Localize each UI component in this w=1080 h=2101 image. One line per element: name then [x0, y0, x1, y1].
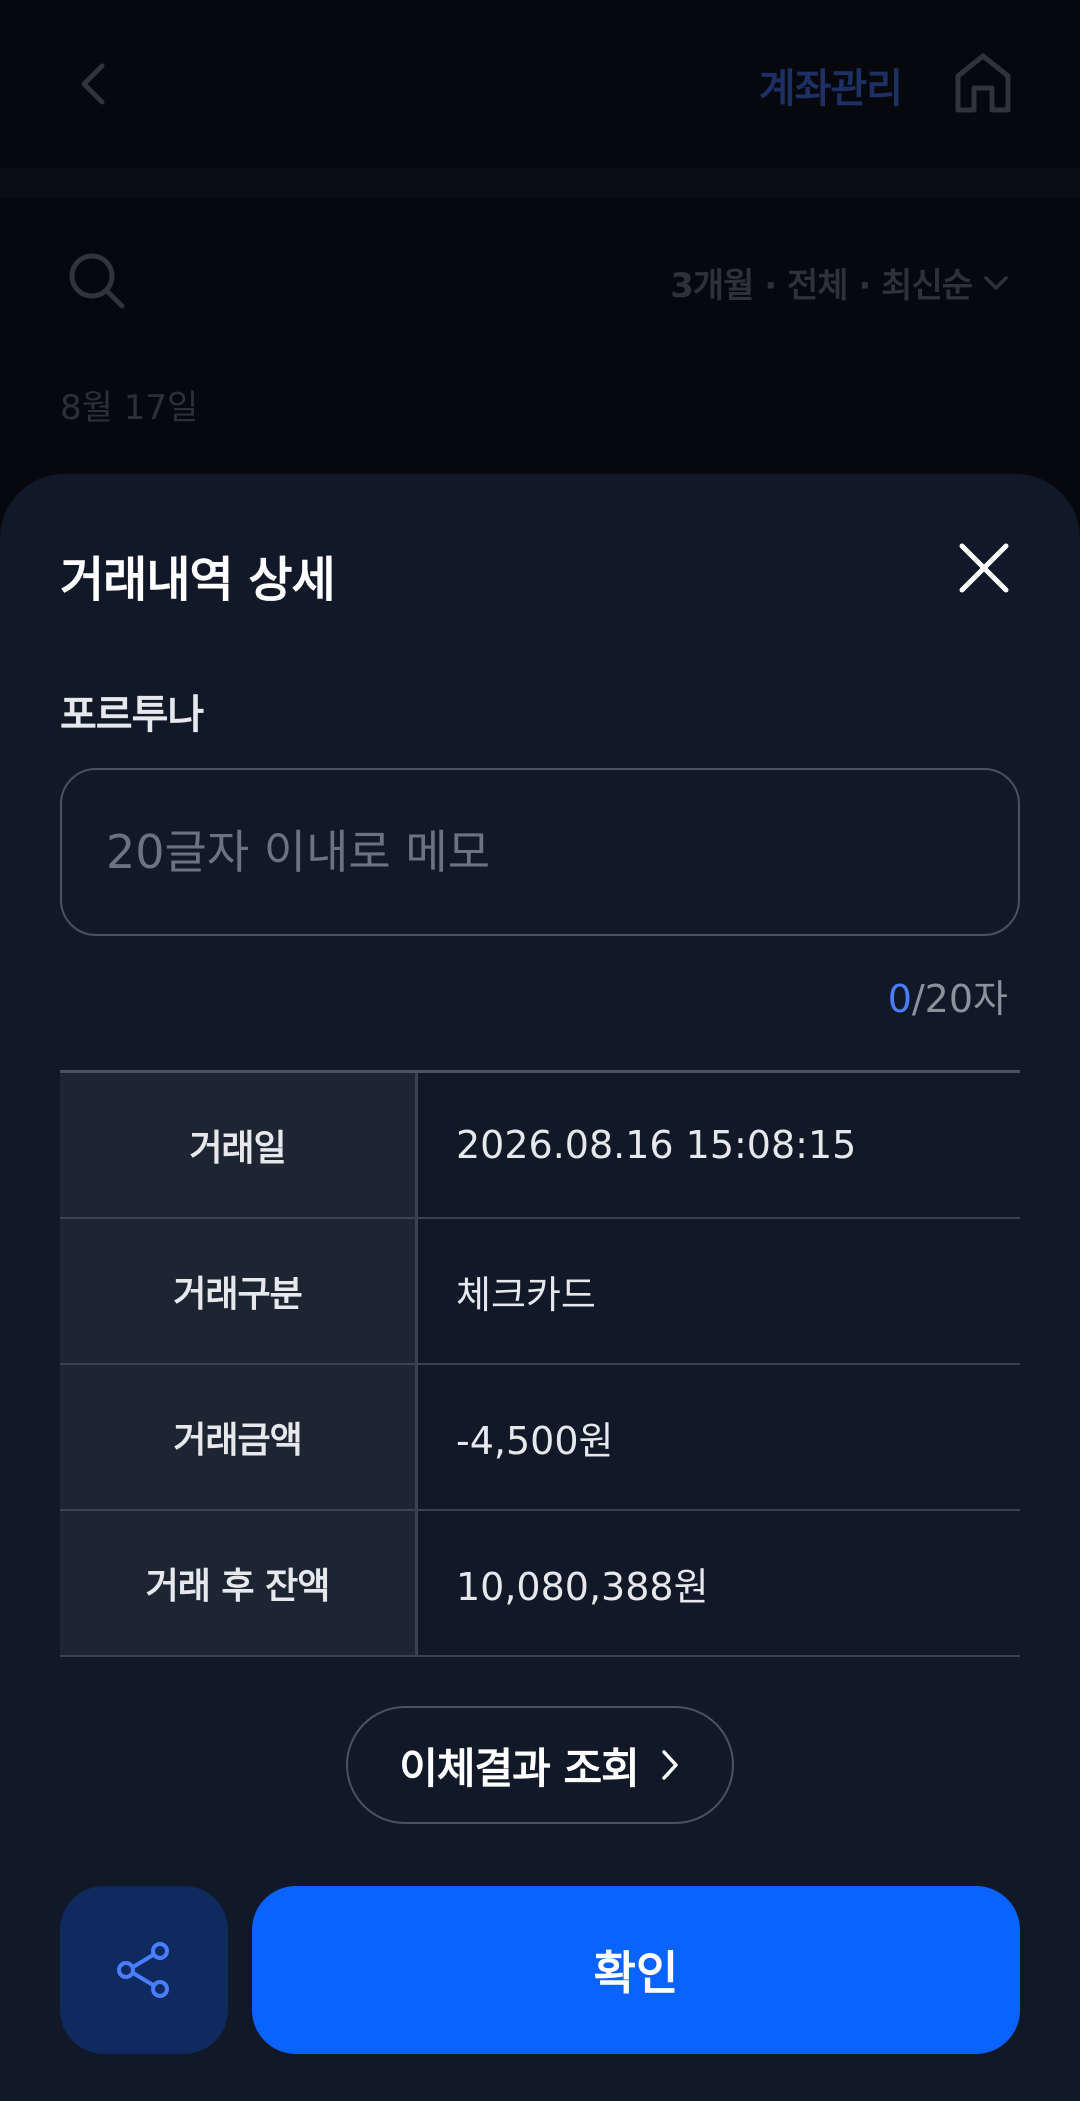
home-button[interactable]	[952, 50, 1014, 116]
detail-row-date: 거래일 2026.08.16 15:08:15	[60, 1073, 1020, 1219]
filter-dropdown[interactable]: 3개월 · 전체 · 최신순	[670, 258, 1010, 307]
detail-row-amount: 거래금액 -4,500원	[60, 1365, 1020, 1511]
memo-field[interactable]	[60, 768, 1020, 936]
search-icon	[69, 253, 125, 309]
header-divider	[0, 168, 1080, 198]
detail-label: 거래금액	[60, 1365, 418, 1509]
date-group-label: 8월 17일	[60, 388, 199, 428]
detail-label: 거래구분	[60, 1219, 418, 1363]
screen: 계좌관리 3개월 · 전체 · 최신순 8월 17일 거래내역 상세 포르투나	[0, 0, 1080, 2101]
merchant-name: 포르투나	[60, 692, 204, 738]
chevron-down-icon	[984, 275, 1008, 290]
memo-char-counter: 0/20자	[888, 968, 1008, 1023]
transfer-result-button[interactable]: 이체결과 조회	[346, 1706, 734, 1824]
detail-label: 거래일	[60, 1073, 418, 1217]
detail-table: 거래일 2026.08.16 15:08:15 거래구분 체크카드 거래금액 -…	[60, 1070, 1020, 1657]
back-button[interactable]	[70, 52, 120, 116]
transfer-result-label: 이체결과 조회	[399, 1743, 639, 1793]
detail-value: 10,080,388원	[456, 1564, 709, 1609]
filter-label: 3개월 · 전체 · 최신순	[670, 266, 973, 306]
detail-label: 거래 후 잔액	[60, 1511, 418, 1655]
detail-row-type: 거래구분 체크카드	[60, 1219, 1020, 1365]
share-icon	[117, 1942, 169, 1998]
detail-value: 2026.08.16 15:08:15	[456, 1123, 857, 1167]
memo-input[interactable]	[106, 770, 976, 934]
detail-row-balance: 거래 후 잔액 10,080,388원	[60, 1511, 1020, 1657]
chevron-right-icon	[661, 1750, 678, 1780]
confirm-button[interactable]: 확인	[252, 1886, 1020, 2054]
home-icon	[955, 53, 1011, 113]
transaction-detail-sheet: 거래내역 상세 포르투나 0/20자 거래일 2026.08.16 15:08:…	[0, 474, 1080, 2101]
sheet-title: 거래내역 상세	[60, 552, 336, 608]
back-icon	[81, 63, 105, 105]
header-title[interactable]: 계좌관리	[759, 56, 903, 114]
search-button[interactable]	[66, 250, 128, 312]
memo-char-count: 0	[887, 977, 912, 1021]
memo-char-max: /20자	[911, 977, 1008, 1021]
app-header: 계좌관리	[0, 0, 1080, 168]
detail-value: 체크카드	[456, 1272, 596, 1317]
detail-value: -4,500원	[456, 1418, 614, 1463]
share-button[interactable]	[60, 1886, 228, 2054]
close-button[interactable]	[956, 540, 1012, 596]
close-icon	[959, 543, 1009, 593]
